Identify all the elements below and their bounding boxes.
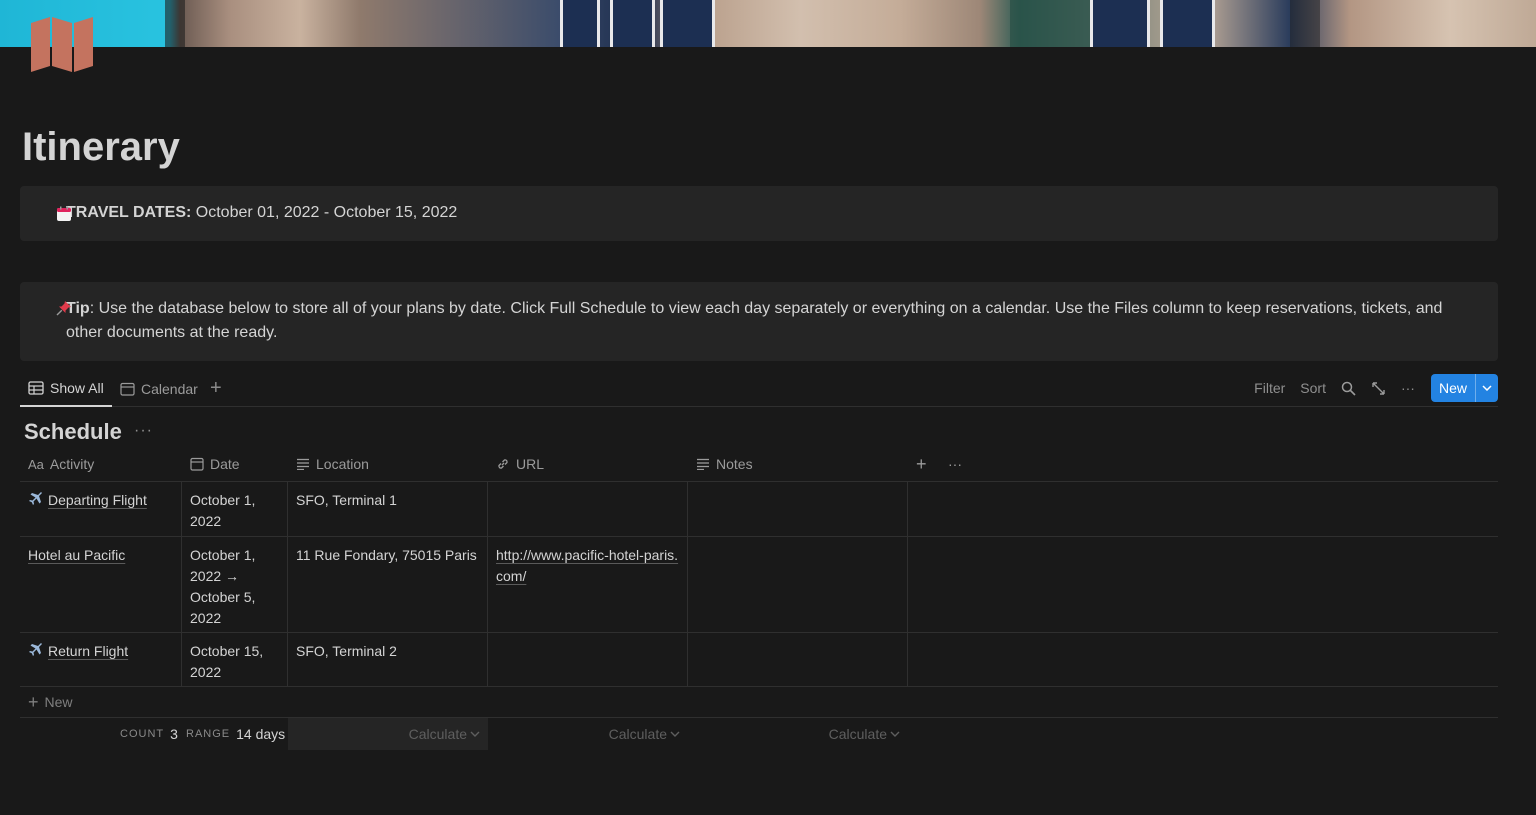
- column-header-date[interactable]: Date: [182, 446, 288, 482]
- cell-empty: [908, 537, 1498, 632]
- calculation-row: COUNT 3 RANGE 14 days Calculate Calculat…: [20, 718, 1498, 750]
- text-lines-icon: [297, 458, 309, 470]
- link-icon: [498, 459, 508, 469]
- column-date-label: Date: [210, 456, 240, 472]
- tab-show-all[interactable]: Show All: [20, 370, 112, 407]
- count-calc[interactable]: COUNT 3: [120, 718, 178, 750]
- calculate-label: Calculate: [828, 726, 887, 742]
- calculate-label: Calculate: [608, 726, 667, 742]
- cell-empty: [908, 482, 1498, 536]
- filter-button[interactable]: Filter: [1254, 380, 1285, 396]
- map-icon[interactable]: [30, 17, 94, 72]
- cell-location[interactable]: SFO, Terminal 1: [288, 482, 488, 536]
- cell-activity[interactable]: Departing Flight: [20, 482, 182, 536]
- range-calc[interactable]: RANGE 14 days: [186, 718, 285, 750]
- tab-calendar-label: Calendar: [141, 380, 198, 397]
- calendar-view-icon: [120, 382, 135, 396]
- add-view-button[interactable]: +: [210, 370, 222, 407]
- activity-title[interactable]: Return Flight: [48, 643, 128, 659]
- calendar-icon: [56, 206, 72, 222]
- travel-dates-value: October 01, 2022 - October 15, 2022: [191, 204, 458, 221]
- text-lines-icon: [697, 458, 709, 470]
- cell-notes[interactable]: [688, 482, 908, 536]
- chevron-down-icon: [670, 731, 680, 737]
- page-title: Itinerary: [22, 125, 180, 169]
- new-button[interactable]: New: [1430, 374, 1498, 402]
- view-tabs: Show All Calendar + Filter Sort ··· New: [20, 370, 1498, 407]
- cell-url[interactable]: http://www.pacific-hotel-paris.com/: [488, 537, 688, 632]
- table-header: Aa Activity Date Location URL Notes + ··…: [20, 446, 1498, 482]
- airplane-icon: [28, 642, 44, 664]
- text-type-icon: Aa: [28, 456, 44, 472]
- chevron-down-icon[interactable]: [1476, 385, 1498, 391]
- chevron-down-icon: [890, 731, 900, 737]
- cell-url[interactable]: [488, 482, 688, 536]
- cell-notes[interactable]: [688, 633, 908, 686]
- pushpin-icon: [56, 300, 72, 316]
- database-toolbar: Filter Sort ··· New: [1239, 373, 1498, 403]
- tip-callout: Tip: Use the database below to store all…: [20, 282, 1498, 361]
- column-header-notes[interactable]: Notes: [688, 446, 908, 482]
- add-row-button[interactable]: + New: [20, 687, 1498, 718]
- column-notes-label: Notes: [716, 456, 753, 472]
- count-label: COUNT: [120, 728, 165, 740]
- column-location-label: Location: [316, 456, 369, 472]
- column-header-activity[interactable]: Aa Activity: [20, 446, 182, 482]
- table-row[interactable]: Return Flight October 15, 2022 SFO, Term…: [20, 633, 1498, 687]
- database-more-icon[interactable]: ···: [134, 422, 153, 440]
- cell-location[interactable]: SFO, Terminal 2: [288, 633, 488, 686]
- expand-icon[interactable]: [1371, 381, 1386, 396]
- cell-date[interactable]: October 15, 2022: [182, 633, 288, 686]
- cell-url[interactable]: [488, 633, 688, 686]
- plus-icon: +: [28, 691, 39, 712]
- tab-show-all-label: Show All: [50, 379, 104, 396]
- table-row[interactable]: Hotel au Pacific October 1, 2022 → Octob…: [20, 537, 1498, 633]
- travel-dates-callout: TRAVEL DATES: October 01, 2022 - October…: [20, 186, 1498, 241]
- travel-dates-label: TRAVEL DATES:: [66, 204, 192, 221]
- database-title[interactable]: Schedule: [24, 418, 122, 446]
- airplane-icon: [28, 491, 44, 513]
- cell-activity[interactable]: Hotel au Pacific: [20, 537, 182, 632]
- tip-text: : Use the database below to store all of…: [66, 300, 1443, 341]
- cell-empty: [908, 633, 1498, 686]
- cell-activity[interactable]: Return Flight: [20, 633, 182, 686]
- activity-title[interactable]: Departing Flight: [48, 492, 147, 508]
- table-row[interactable]: Departing Flight October 1, 2022 SFO, Te…: [20, 482, 1498, 537]
- column-url-label: URL: [516, 456, 545, 472]
- chevron-down-icon: [470, 731, 480, 737]
- activity-title[interactable]: Hotel au Pacific: [28, 547, 125, 563]
- calculate-label: Calculate: [408, 726, 467, 742]
- more-options-icon[interactable]: ···: [1401, 380, 1415, 396]
- range-label: RANGE: [186, 728, 231, 740]
- notes-calculate[interactable]: Calculate: [688, 718, 908, 750]
- column-activity-label: Activity: [49, 456, 95, 472]
- add-column-button[interactable]: +: [908, 446, 940, 482]
- add-row-label: New: [44, 694, 73, 710]
- location-calculate[interactable]: Calculate: [288, 718, 488, 750]
- column-header-location[interactable]: Location: [288, 446, 488, 482]
- range-value: 14 days: [236, 726, 286, 742]
- cell-date[interactable]: October 1, 2022: [182, 482, 288, 536]
- count-value: 3: [170, 726, 178, 742]
- tab-calendar[interactable]: Calendar: [120, 370, 198, 407]
- cover-image: [0, 0, 1536, 47]
- sort-button[interactable]: Sort: [1300, 380, 1326, 396]
- column-header-url[interactable]: URL: [488, 446, 688, 482]
- cell-location[interactable]: 11 Rue Fondary, 75015 Paris: [288, 537, 488, 632]
- table-icon: [28, 380, 44, 395]
- new-button-label: New: [1431, 374, 1476, 402]
- url-calculate[interactable]: Calculate: [488, 718, 688, 750]
- cell-date[interactable]: October 1, 2022 → October 5, 2022: [182, 537, 288, 632]
- schedule-table: Aa Activity Date Location URL Notes + ··…: [20, 446, 1498, 750]
- column-more-icon[interactable]: ···: [940, 446, 980, 482]
- date-type-icon: [190, 457, 204, 471]
- search-icon[interactable]: [1341, 381, 1356, 396]
- hotel-url-link[interactable]: http://www.pacific-hotel-paris.com/: [496, 547, 678, 584]
- cell-notes[interactable]: [688, 537, 908, 632]
